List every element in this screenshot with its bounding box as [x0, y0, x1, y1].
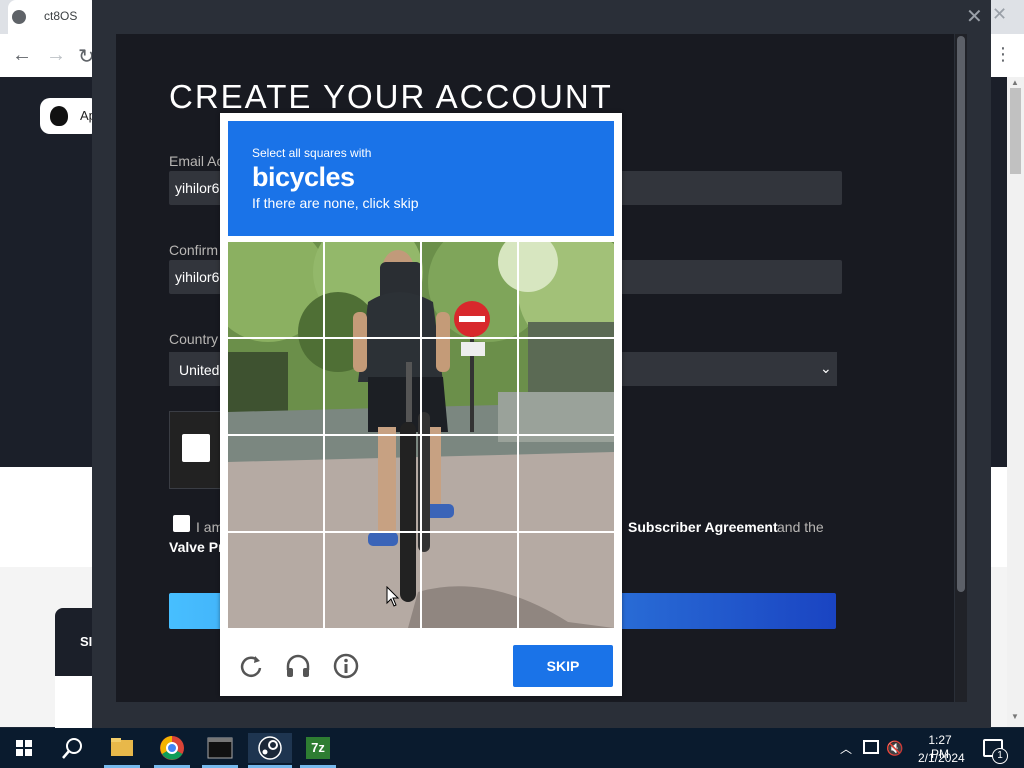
search-icon[interactable]: [61, 736, 85, 765]
modal-scrollbar-thumb[interactable]: [957, 36, 965, 592]
captcha-tile[interactable]: [422, 242, 516, 336]
captcha-tile[interactable]: [422, 436, 516, 530]
notification-badge: 1: [992, 748, 1008, 764]
privacy-policy-link[interactable]: Valve Pr: [169, 539, 224, 555]
volume-muted-icon[interactable]: 🔇: [886, 740, 903, 757]
captcha-tile[interactable]: [519, 436, 613, 530]
captcha-tile[interactable]: [519, 339, 613, 433]
headphones-icon[interactable]: [284, 652, 312, 680]
email-label: Email Ac: [169, 153, 224, 169]
captcha-tile[interactable]: [519, 242, 613, 336]
page-title: CREATE YOUR ACCOUNT: [169, 78, 613, 115]
chevron-down-icon: ⌄: [820, 360, 832, 376]
agree-tail-text: and the: [777, 519, 824, 535]
captcha-tile[interactable]: [325, 339, 419, 433]
captcha-tile[interactable]: [228, 533, 322, 627]
confirm-email-label: Confirm: [169, 242, 219, 258]
captcha-tile[interactable]: [228, 339, 322, 433]
captcha-tile[interactable]: [422, 339, 516, 433]
country-value: United: [179, 362, 220, 378]
scroll-down-icon[interactable]: ▼: [1011, 712, 1019, 721]
steam-icon[interactable]: [248, 733, 292, 763]
captcha-image-grid: [228, 242, 614, 628]
file-explorer-icon[interactable]: [104, 733, 140, 763]
captcha-tile[interactable]: [228, 242, 322, 336]
subscriber-agreement-link[interactable]: Subscriber Agreement: [628, 519, 778, 535]
page-close-icon[interactable]: ✕: [992, 4, 1007, 25]
scroll-up-icon[interactable]: ▲: [1011, 78, 1019, 87]
skip-button[interactable]: SKIP: [513, 645, 613, 687]
recaptcha-checkbox[interactable]: [182, 434, 210, 462]
7zip-icon[interactable]: 7z: [300, 733, 336, 763]
page-scrollbar[interactable]: [1007, 77, 1024, 727]
captcha-tile[interactable]: [325, 436, 419, 530]
info-icon[interactable]: [332, 652, 360, 680]
captcha-instruction: Select all squares with: [252, 146, 372, 160]
tab-title: ct8OS: [44, 9, 78, 23]
captcha-tile[interactable]: [325, 533, 419, 627]
clock-date[interactable]: 2/1/2024: [918, 751, 965, 765]
reload-icon[interactable]: [237, 652, 265, 680]
confirm-email-value: yihilor6: [175, 269, 220, 285]
chrome-icon[interactable]: [154, 733, 190, 763]
email-value: yihilor6: [175, 180, 220, 196]
forward-arrow-icon[interactable]: →: [46, 44, 66, 67]
7zip-label: 7z: [306, 737, 330, 759]
captcha-tile[interactable]: [519, 533, 613, 627]
terminal-icon[interactable]: [202, 733, 238, 763]
captcha-tile[interactable]: [422, 533, 516, 627]
captcha-tile[interactable]: [325, 242, 419, 336]
captcha-hint: If there are none, click skip: [252, 195, 419, 211]
modal-close-icon[interactable]: ✕: [966, 4, 983, 29]
browser-menu-icon[interactable]: ⋮: [994, 44, 1012, 65]
windows-start-icon[interactable]: [16, 740, 32, 756]
apple-icon: [50, 106, 68, 126]
captcha-target-object: bicycles: [252, 162, 355, 192]
back-arrow-icon[interactable]: ←: [12, 44, 32, 67]
tray-expand-icon[interactable]: ︿: [840, 740, 852, 757]
country-label: Country: [169, 331, 219, 347]
globe-icon: [12, 10, 26, 24]
agree-checkbox[interactable]: [173, 515, 190, 532]
captcha-tile[interactable]: [228, 436, 322, 530]
background-card-text: SI: [80, 634, 93, 649]
network-icon[interactable]: [863, 740, 879, 754]
page-scrollbar-thumb[interactable]: [1010, 88, 1021, 174]
mouse-cursor-icon: [386, 585, 400, 613]
